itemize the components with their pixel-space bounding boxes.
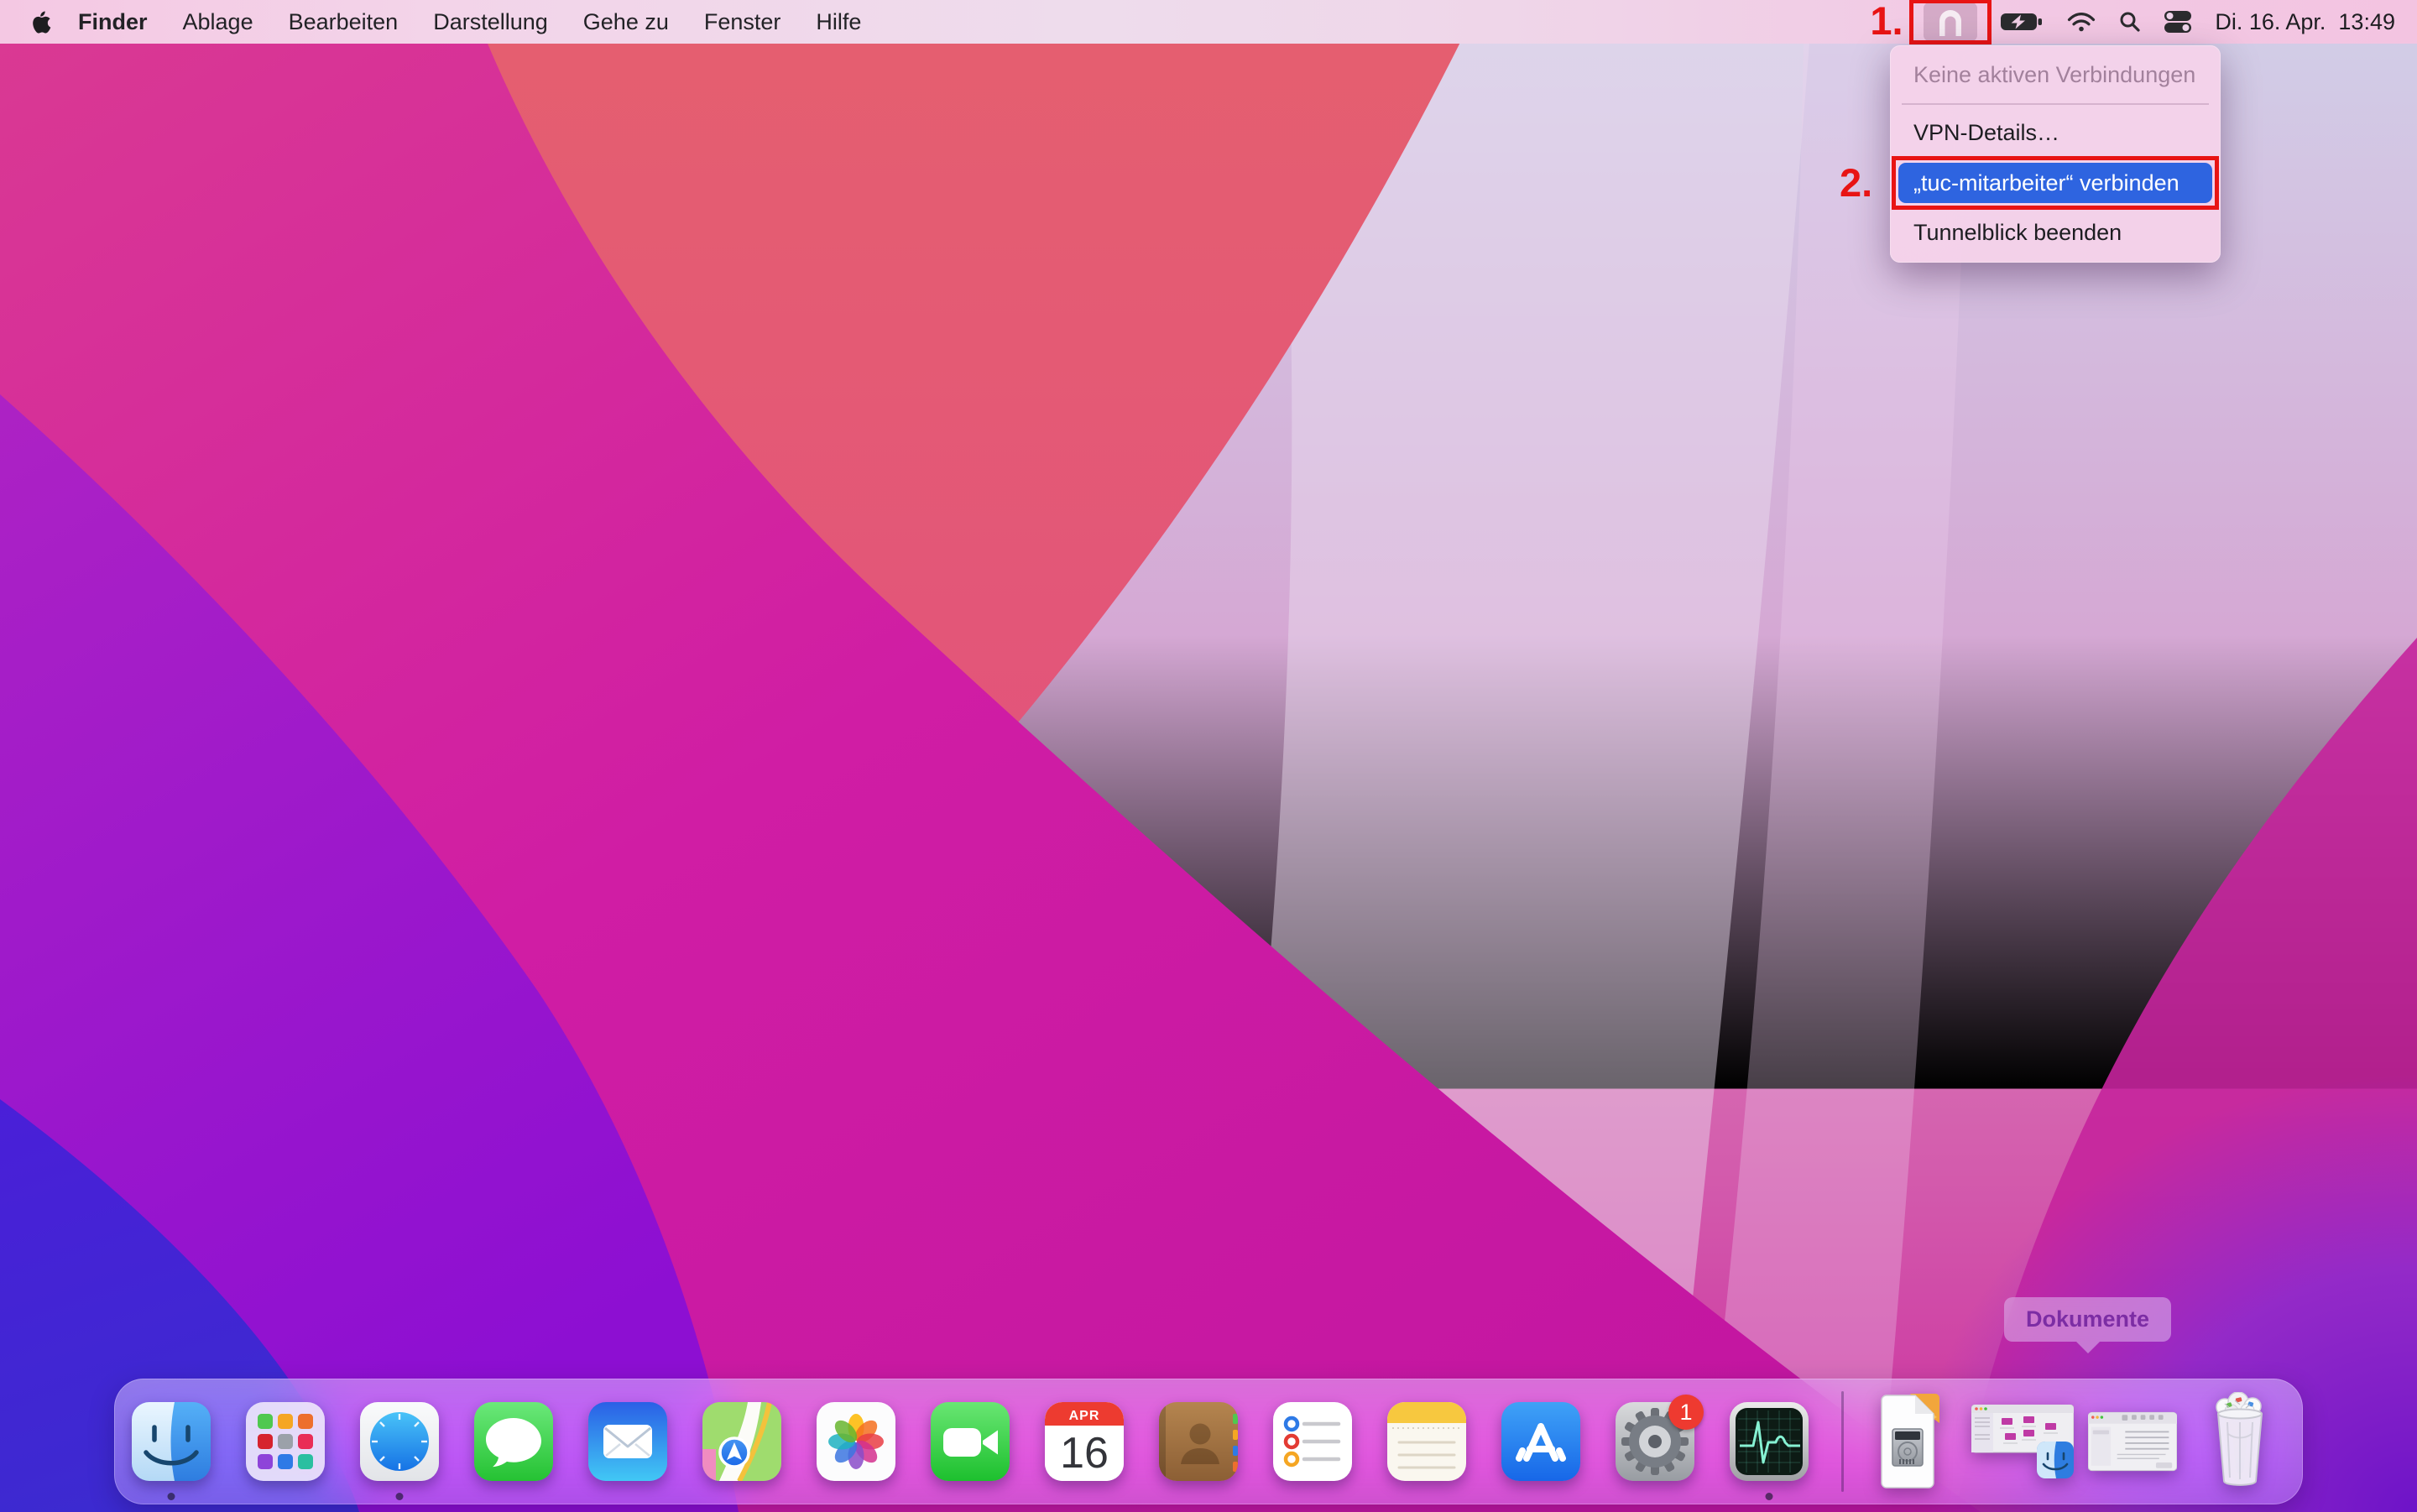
dock: APR 16 1 — [114, 1379, 2303, 1504]
settings-window-thumbnail — [2088, 1411, 2177, 1472]
dock-item-messages[interactable] — [457, 1379, 571, 1504]
menu-bearbeiten[interactable]: Bearbeiten — [271, 0, 416, 44]
activity-monitor-icon — [1730, 1402, 1809, 1481]
trash-full-icon — [2216, 1392, 2263, 1486]
notification-badge: 1 — [1668, 1395, 1704, 1430]
mail-icon — [588, 1402, 667, 1481]
spotlight[interactable] — [2119, 11, 2141, 33]
menu-item-quit-tunnelblick[interactable]: Tunnelblick beenden — [1890, 211, 2221, 255]
finder-window-thumbnail — [1971, 1405, 2074, 1478]
notes-icon — [1387, 1402, 1466, 1481]
finder-icon — [132, 1402, 211, 1481]
dock-item-contacts[interactable] — [1141, 1379, 1255, 1504]
calendar-icon: APR 16 — [1045, 1402, 1124, 1481]
svg-text:16: 16 — [1060, 1429, 1109, 1478]
tunnelblick-icon — [1939, 10, 1962, 36]
step2-number: 2. — [1840, 160, 1873, 205]
control-center-icon — [2164, 11, 2192, 33]
status-icon-cluster: 1. Di. 16. Apr. 13:49 — [1870, 0, 2417, 44]
safari-icon — [360, 1402, 439, 1481]
dock-item-notes[interactable] — [1370, 1379, 1484, 1504]
launchpad-icon — [258, 1414, 313, 1469]
dock-item-photos[interactable] — [799, 1379, 913, 1504]
battery-status[interactable] — [2000, 11, 2044, 33]
dock-item-reminders[interactable] — [1255, 1379, 1370, 1504]
running-indicator — [167, 1493, 175, 1500]
contacts-icon — [1159, 1402, 1238, 1481]
documents-stack-icon — [1881, 1394, 1939, 1489]
dock-item-documents-stack[interactable] — [1858, 1379, 1957, 1504]
dock-item-safari[interactable] — [342, 1379, 457, 1504]
facetime-icon — [931, 1402, 1010, 1481]
dock-item-settings-window[interactable] — [2088, 1379, 2177, 1504]
step1-number: 1. — [1870, 0, 1903, 43]
dock-item-activity-monitor[interactable] — [1712, 1379, 1826, 1504]
menu-bar-left: Finder Ablage Bearbeiten Darstellung Geh… — [0, 0, 879, 44]
app-store-icon — [1501, 1402, 1580, 1481]
dock-item-system-preferences[interactable]: 1 — [1598, 1379, 1712, 1504]
tunnelblick-dropdown-menu: Keine aktiven Verbindungen VPN-Details… … — [1840, 45, 2221, 263]
control-center[interactable] — [2164, 10, 2192, 34]
dock-item-maps[interactable] — [685, 1379, 799, 1504]
dock-tooltip: Dokumente — [2004, 1297, 2172, 1342]
maps-icon — [702, 1402, 781, 1481]
menu-item-connect-wrap: „tuc-mitarbeiter“ verbinden 2. — [1840, 156, 2219, 210]
tunnelblick-menu-extra[interactable]: 1. — [1870, 0, 1992, 44]
running-indicator — [395, 1493, 404, 1500]
dock-item-finder[interactable] — [114, 1379, 228, 1504]
menu-ablage[interactable]: Ablage — [165, 0, 271, 44]
dock-item-calendar[interactable]: APR 16 — [1027, 1379, 1141, 1504]
spotlight-search-icon — [2120, 12, 2140, 32]
battery-charging-icon — [2001, 13, 2043, 30]
dock-item-finder-window[interactable] — [1957, 1379, 2088, 1504]
menu-item-connect-tuc-mitarbeiter[interactable]: „tuc-mitarbeiter“ verbinden — [1898, 163, 2212, 203]
menu-item-no-active-connections: Keine aktiven Verbindungen — [1913, 62, 2196, 87]
dock-separator — [1826, 1379, 1858, 1504]
menu-item-vpn-details[interactable]: VPN-Details… — [1890, 111, 2221, 155]
wifi-status[interactable] — [2066, 11, 2096, 33]
menu-darstellung[interactable]: Darstellung — [415, 0, 566, 44]
dock-item-facetime[interactable] — [913, 1379, 1027, 1504]
menu-hilfe[interactable]: Hilfe — [798, 0, 879, 44]
menu-fenster[interactable]: Fenster — [686, 0, 799, 44]
apple-menu-icon[interactable] — [30, 8, 52, 34]
dock-item-app-store[interactable] — [1484, 1379, 1598, 1504]
menu-bar: Finder Ablage Bearbeiten Darstellung Geh… — [0, 0, 2417, 44]
svg-text:APR: APR — [1069, 1409, 1100, 1423]
messages-icon — [474, 1402, 553, 1481]
dock-item-launchpad[interactable] — [228, 1379, 342, 1504]
wifi-icon — [2068, 12, 2096, 32]
dock-item-trash[interactable] — [2177, 1379, 2303, 1504]
menu-gehe-zu[interactable]: Gehe zu — [566, 0, 686, 44]
menu-bar-clock[interactable]: Di. 16. Apr. 13:49 — [2215, 9, 2395, 35]
finder-badge — [2037, 1442, 2074, 1478]
menu-separator — [1902, 103, 2209, 105]
running-indicator — [1765, 1493, 1773, 1500]
menu-finder[interactable]: Finder — [60, 0, 165, 44]
dock-item-mail[interactable] — [571, 1379, 685, 1504]
photos-icon — [828, 1414, 884, 1469]
reminders-icon — [1283, 1416, 1341, 1468]
